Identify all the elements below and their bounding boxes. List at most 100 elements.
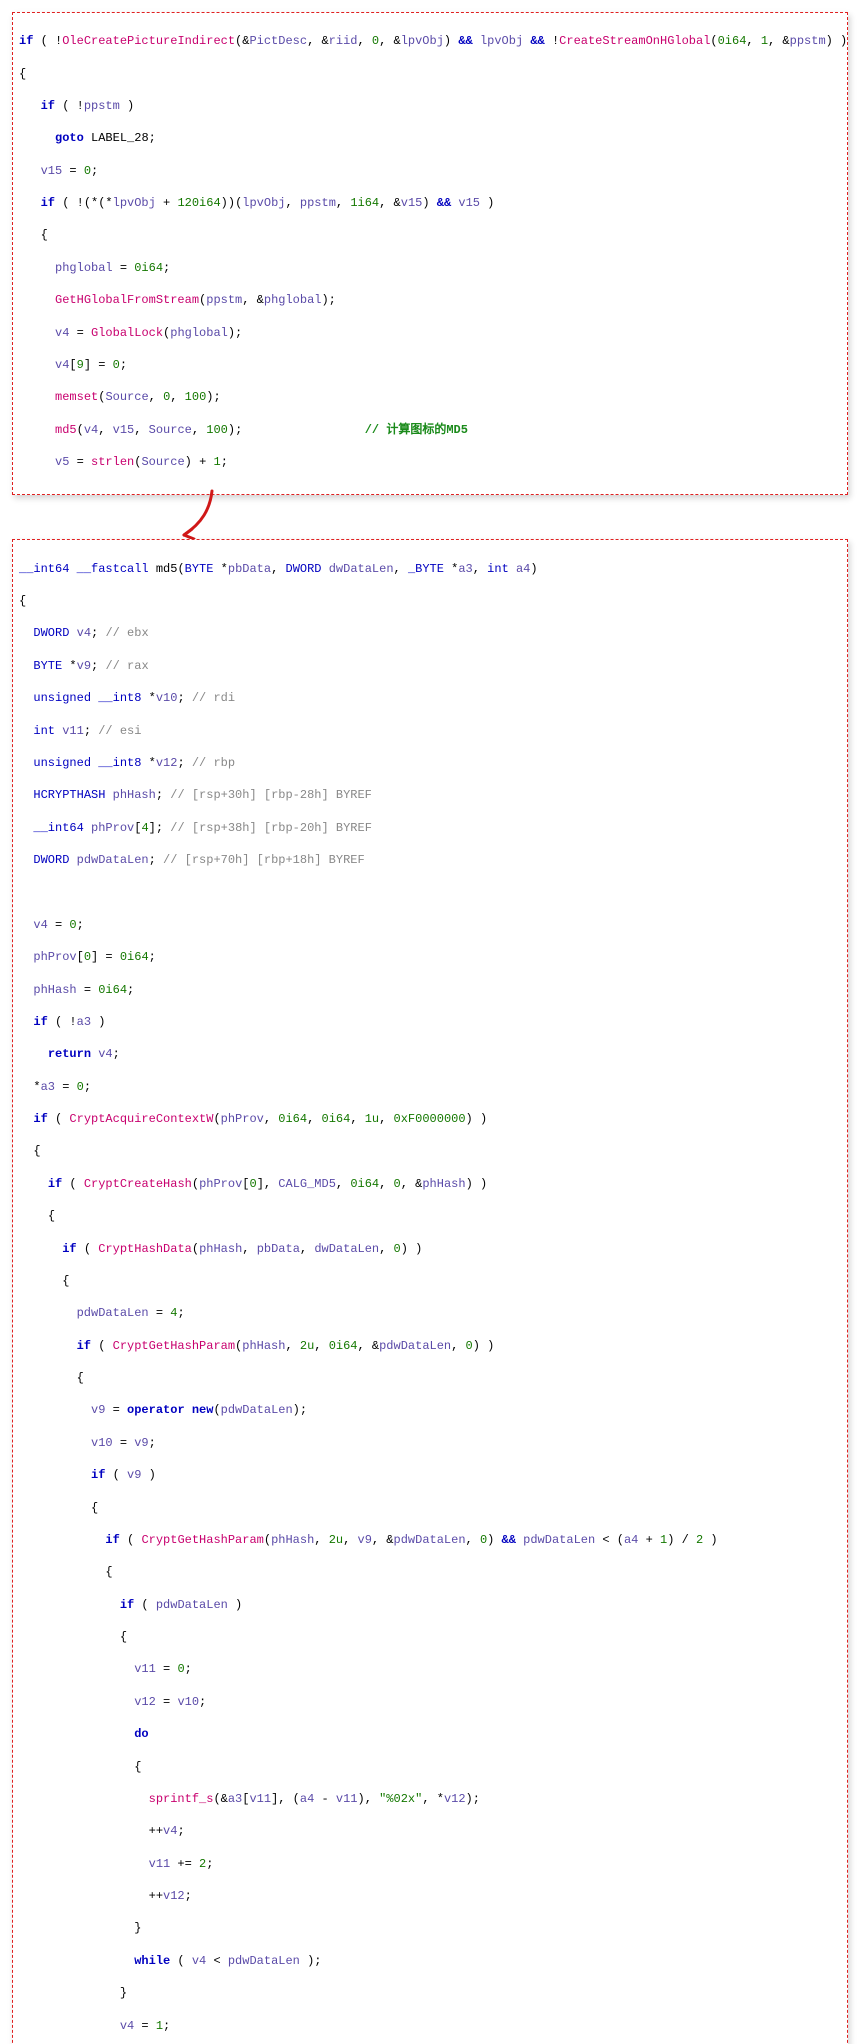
fn-cghp2: CryptGetHashParam <box>141 1533 263 1547</box>
a-a4b: a4 <box>300 1792 314 1806</box>
fn-gethglobal: GetHGlobalFromStream <box>55 293 199 307</box>
n4: 4 <box>170 1306 177 1320</box>
id-v15b: v15 <box>401 196 423 210</box>
sv4b: v4 <box>120 2019 134 2033</box>
fn-createstream: CreateStreamOnHGlobal <box>559 34 710 48</box>
t-dword: DWORD <box>286 562 322 576</box>
a-v12: v12 <box>444 1792 466 1806</box>
rc1: // ebx <box>105 626 148 640</box>
kwwhile: while <box>134 1954 170 1968</box>
sv12: v12 <box>134 1695 156 1709</box>
op-and: && <box>458 34 472 48</box>
id-ppstm: ppstm <box>790 34 826 48</box>
sv9c: v9 <box>127 1468 141 1482</box>
ni0: 0 <box>84 950 91 964</box>
a-phh: phHash <box>422 1177 465 1191</box>
cb9: } <box>134 1921 141 1935</box>
dhh: phHash <box>113 788 156 802</box>
a-prov2: phProv <box>199 1177 242 1191</box>
n0j: 0 <box>177 1662 184 1676</box>
code-block-top: if ( !OleCreatePictureIndirect(&PictDesc… <box>12 12 848 495</box>
rc4: // esi <box>98 724 141 738</box>
brace-open2: { <box>41 228 48 242</box>
n0i64: 0i64 <box>120 950 149 964</box>
t-d4: int <box>33 724 55 738</box>
num-100b: 100 <box>206 423 228 437</box>
kwret: return <box>48 1047 91 1061</box>
kwif11: if <box>120 1598 134 1612</box>
n0i: 0 <box>480 1533 487 1547</box>
rc7: // [rsp+38h] [rbp-20h] BYREF <box>170 821 372 835</box>
id-lpvobj4: lpvObj <box>242 196 285 210</box>
n2: 2 <box>696 1533 703 1547</box>
opand4: && <box>502 1533 516 1547</box>
a-v9: v9 <box>358 1533 372 1547</box>
fn-globallock: GlobalLock <box>91 326 163 340</box>
sv11: v11 <box>134 1662 156 1676</box>
id-ppstm4: ppstm <box>206 293 242 307</box>
wpdl: pdwDataLen <box>228 1954 300 1968</box>
spdl: pdwDataLen <box>77 1306 149 1320</box>
kwif7: if <box>62 1242 76 1256</box>
a-a4: a4 <box>624 1533 638 1547</box>
fn-sprintf: sprintf_s <box>149 1792 214 1806</box>
id-ppstm2: ppstm <box>84 99 120 113</box>
sv10: v10 <box>91 1436 113 1450</box>
fn-strlen: strlen <box>91 455 134 469</box>
id-lpvobj3: lpvObj <box>113 196 156 210</box>
fn-cghp: CryptGetHashParam <box>113 1339 235 1353</box>
ppv4: v4 <box>163 1824 177 1838</box>
id-phglobal: phglobal <box>55 261 113 275</box>
fn-olecreate: OleCreatePictureIndirect <box>62 34 235 48</box>
num-9: 9 <box>77 358 84 372</box>
id-ppstm3: ppstm <box>300 196 336 210</box>
shh: phHash <box>33 983 76 997</box>
ob5: { <box>77 1371 84 1385</box>
t-d1: DWORD <box>33 626 69 640</box>
num-0d: 0 <box>163 390 170 404</box>
sv4: v4 <box>33 918 47 932</box>
num-0: 0 <box>372 34 379 48</box>
dv12: v12 <box>156 756 178 770</box>
n0g: 0 <box>394 1242 401 1256</box>
t-d7: __int64 <box>33 821 83 835</box>
id-source: Source <box>105 390 148 404</box>
a-pdl3: pdwDataLen <box>394 1533 466 1547</box>
brace-open: { <box>19 66 841 82</box>
id-source3: Source <box>141 455 184 469</box>
kw-if3: if <box>41 196 55 210</box>
t-int64: __int64 <box>19 562 69 576</box>
n2ub: 2u <box>329 1533 343 1547</box>
a-phh2: phHash <box>199 1242 242 1256</box>
id-v4: v4 <box>55 326 69 340</box>
n2u: 2u <box>300 1339 314 1353</box>
rc2: // rax <box>105 659 148 673</box>
sv10b: v10 <box>177 1695 199 1709</box>
ob8: { <box>120 1630 127 1644</box>
id-riid: riid <box>329 34 358 48</box>
dv10: v10 <box>156 691 178 705</box>
id-lpvobj: lpvObj <box>401 34 444 48</box>
id-v15c: v15 <box>458 196 480 210</box>
op-and3: && <box>437 196 451 210</box>
n0i64c: 0i64 <box>278 1112 307 1126</box>
arrow-connector <box>12 495 848 539</box>
sa3b: a3 <box>41 1080 55 1094</box>
comment-md5: // 计算图标的MD5 <box>365 423 468 437</box>
p-pbdata: pbData <box>228 562 271 576</box>
a-a3: a3 <box>228 1792 242 1806</box>
kw-if: if <box>19 34 33 48</box>
kw-if2: if <box>41 99 55 113</box>
code-block-bottom: __int64 __fastcall md5(BYTE *pbData, DWO… <box>12 539 848 2044</box>
n0h: 0 <box>466 1339 473 1353</box>
t-d3: unsigned __int8 <box>33 691 141 705</box>
ob7: { <box>105 1565 112 1579</box>
num-0b: 0 <box>84 164 91 178</box>
n0: 0 <box>69 918 76 932</box>
sprov: phProv <box>33 950 76 964</box>
a-pdl5: pdwDataLen <box>156 1598 228 1612</box>
n2b: 2 <box>199 1857 206 1871</box>
rc6: // [rsp+30h] [rbp-28h] BYREF <box>170 788 372 802</box>
ni0b: 0 <box>249 1177 256 1191</box>
dv9: v9 <box>77 659 91 673</box>
